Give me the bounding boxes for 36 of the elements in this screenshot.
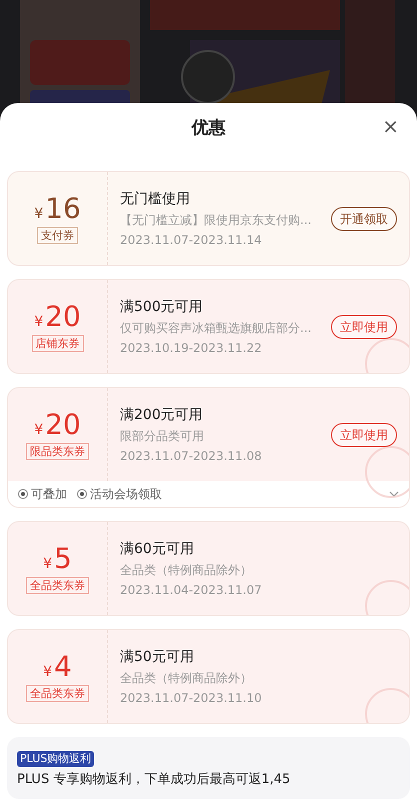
coupon-action-button[interactable]: 立即使用	[331, 314, 397, 338]
plus-text: PLUS 专享购物返利，下单成功后最高可返1,45	[17, 771, 292, 789]
stackable-label: 可叠加	[31, 486, 67, 503]
coupon-type-tag: 全品类东券	[26, 685, 89, 702]
coupon-type-tag: 限品类东券	[26, 443, 89, 460]
coupon-dates: 2023.10.19-2023.11.22	[120, 340, 263, 356]
chevron-down-icon[interactable]	[389, 491, 399, 497]
radio-icon	[77, 489, 87, 499]
plus-badge: PLUS购物返利	[17, 751, 94, 767]
coupon-action-button[interactable]: 立即使用	[331, 422, 397, 446]
coupon-description: 仅可购买容声冰箱甄选旗舰店部分...	[120, 320, 312, 336]
coupon-title: 满50元可用	[120, 648, 195, 666]
coupon-type-tag: 店铺东券	[32, 335, 84, 352]
close-button[interactable]: ×	[382, 116, 399, 136]
coupon-dates: 2023.11.07-2023.11.14	[120, 232, 263, 248]
coupon-amount: ¥16	[34, 193, 81, 225]
coupon-description: 限部分品类可用	[120, 428, 205, 444]
coupon-dates: 2023.11.07-2023.11.10	[120, 690, 263, 706]
coupon-amount: ¥5	[43, 543, 72, 575]
coupon-type-tag: 全品类东券	[26, 577, 89, 594]
coupon-dates: 2023.11.07-2023.11.08	[120, 448, 263, 464]
coupon-amount: ¥20	[34, 301, 81, 333]
coupon-title: 无门槛使用	[120, 190, 191, 208]
source-label: 活动会场领取	[90, 486, 162, 503]
coupon-description: 【无门槛立减】限使用京东支付购...	[120, 212, 312, 228]
coupon-action-button[interactable]: 开通领取	[331, 206, 397, 230]
coupon-title: 满500元可用	[120, 298, 204, 316]
sheet-title: 优惠	[192, 117, 226, 140]
coupon-dates: 2023.11.04-2023.11.07	[120, 582, 263, 598]
coupon-type-tag: 支付券	[37, 227, 78, 244]
coupon-amount: ¥4	[43, 651, 72, 683]
coupon-description: 全品类（特例商品除外）	[120, 562, 253, 578]
coupon-amount: ¥20	[34, 409, 81, 441]
coupon-title: 满200元可用	[120, 406, 204, 424]
coupon-title: 满60元可用	[120, 540, 195, 558]
coupon-description: 全品类（特例商品除外）	[120, 670, 253, 686]
